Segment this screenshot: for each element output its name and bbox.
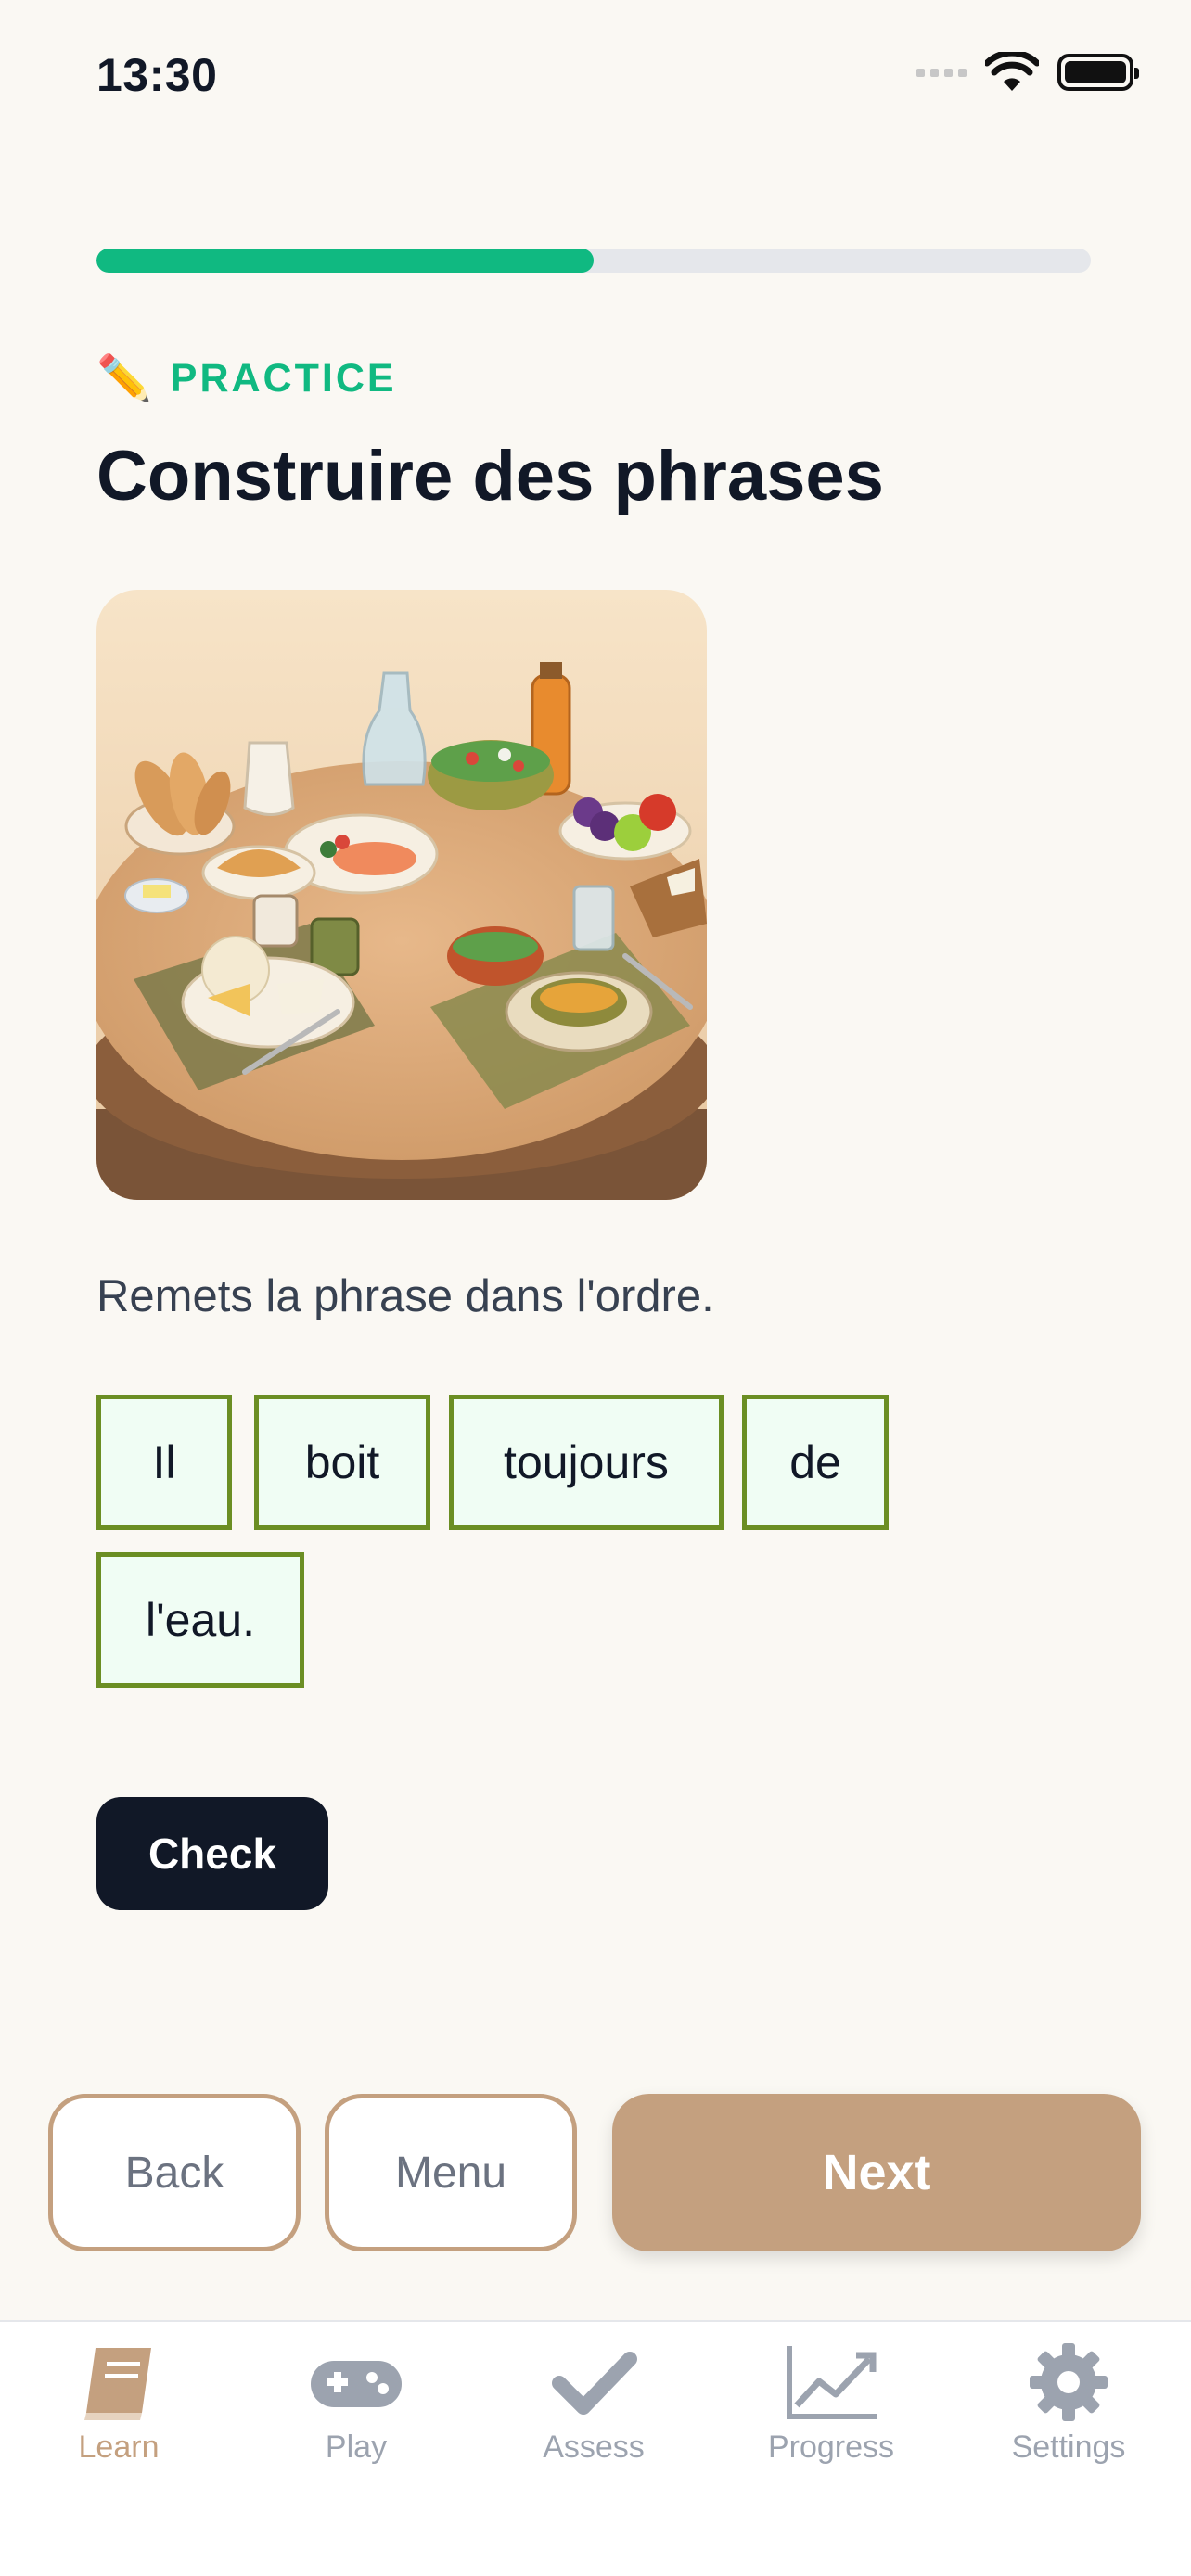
page-title: Construire des phrases xyxy=(96,437,884,516)
tab-bar: Learn Play Assess Progress Settings xyxy=(0,2320,1191,2576)
lesson-progress-bar xyxy=(96,249,1091,273)
word-tile[interactable]: de xyxy=(742,1395,889,1530)
status-time: 13:30 xyxy=(96,49,218,101)
tab-assess[interactable]: Assess xyxy=(475,2340,712,2466)
status-icons xyxy=(916,52,1139,93)
section-kicker: ✏️ PRACTICE xyxy=(96,356,397,402)
back-button[interactable]: Back xyxy=(48,2094,301,2251)
tab-label: Settings xyxy=(1011,2429,1126,2465)
wifi-icon xyxy=(985,52,1039,91)
menu-button[interactable]: Menu xyxy=(325,2094,577,2251)
lesson-progress-fill xyxy=(96,249,594,273)
word-tile[interactable]: toujours xyxy=(449,1395,724,1530)
instruction-text: Remets la phrase dans l'ordre. xyxy=(96,1271,714,1321)
kicker-label: PRACTICE xyxy=(170,356,397,401)
battery-icon xyxy=(1057,54,1139,91)
tab-label: Assess xyxy=(543,2429,645,2465)
book-icon xyxy=(84,2348,151,2420)
tab-progress[interactable]: Progress xyxy=(712,2340,950,2466)
tab-learn[interactable]: Learn xyxy=(0,2340,237,2466)
dining-table-food-illustration xyxy=(96,590,707,1200)
word-tile[interactable]: Il xyxy=(96,1395,232,1530)
gear-icon xyxy=(1030,2343,1108,2421)
word-tile[interactable]: l'eau. xyxy=(96,1552,304,1688)
tab-settings[interactable]: Settings xyxy=(950,2340,1187,2466)
tab-label: Progress xyxy=(767,2429,895,2465)
check-button[interactable]: Check xyxy=(96,1797,328,1910)
pencil-icon: ✏️ xyxy=(96,353,152,403)
cellular-signal-icon xyxy=(916,68,967,77)
tab-label: Learn xyxy=(78,2429,160,2465)
tab-label: Play xyxy=(325,2429,388,2465)
next-button[interactable]: Next xyxy=(612,2094,1141,2251)
tab-play[interactable]: Play xyxy=(237,2340,475,2466)
chart-icon xyxy=(787,2346,877,2419)
gamepad-icon xyxy=(311,2361,402,2407)
word-tile[interactable]: boit xyxy=(254,1395,430,1530)
checkmark-icon xyxy=(552,2352,637,2415)
